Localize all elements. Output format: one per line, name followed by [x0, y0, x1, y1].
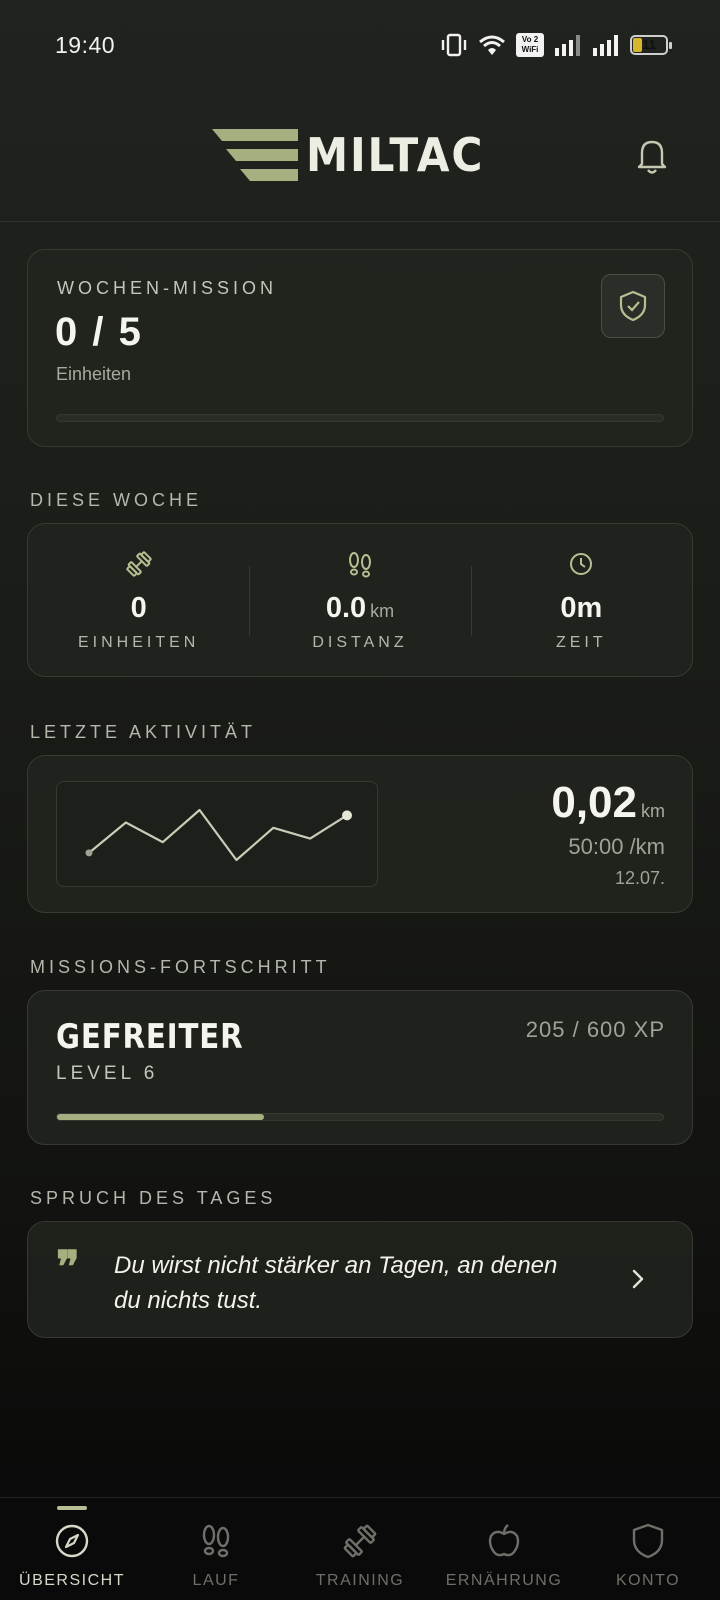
- signal-icon-1: [555, 35, 580, 56]
- nav-label-overview: ÜBERSICHT: [19, 1572, 125, 1589]
- status-time: 19:40: [55, 32, 116, 58]
- nav-label-training: TRAINING: [315, 1572, 405, 1589]
- activity-pace: 50:00 /km: [568, 834, 665, 859]
- chevron-right-icon[interactable]: [626, 1262, 650, 1296]
- rank-xp: 205 / 600 XP: [525, 1017, 665, 1042]
- nav-item-training[interactable]: TRAINING: [288, 1498, 432, 1600]
- stat-units-label: EINHEITEN: [77, 634, 200, 651]
- vowifi-bottom-label: WiFi: [521, 45, 539, 54]
- footprints-icon: [202, 1524, 230, 1558]
- stat-distance: 0.0 km DISTANZ: [249, 524, 470, 676]
- battery-icon: 11: [630, 35, 672, 55]
- mission-title: WOCHEN-MISSION: [57, 278, 277, 298]
- nav-active-indicator: [57, 1506, 87, 1510]
- signal-icon-2: [593, 35, 618, 56]
- dumbbell-icon: [126, 551, 152, 577]
- shield-icon: [632, 1523, 664, 1559]
- shield-check-icon: [619, 290, 647, 322]
- section-label-this-week: DIESE WOCHE: [30, 490, 203, 510]
- quote-text: Du wirst nicht stärker an Tagen, an dene…: [114, 1252, 558, 1314]
- nav-label-nutrition: ERNÄHRUNG: [445, 1572, 563, 1589]
- compass-icon: [55, 1524, 89, 1558]
- dumbbell-icon: [343, 1524, 377, 1558]
- nav-item-run[interactable]: LAUF: [144, 1498, 288, 1600]
- route-start-point: [85, 849, 93, 857]
- stat-time-number: 0m: [560, 592, 603, 624]
- stat-time: 0m ZEIT: [470, 524, 692, 676]
- app-name: MILTAC: [306, 128, 485, 182]
- stat-time-value: 0m: [471, 592, 692, 625]
- last-activity-card[interactable]: 0,02 km 50:00 /km 12.07.: [27, 755, 693, 913]
- nav-item-nutrition[interactable]: ERNÄHRUNG: [432, 1498, 576, 1600]
- activity-distance-value: 0,02: [551, 778, 637, 827]
- route-line-chart: [85, 808, 352, 862]
- app-header: MILTAC: [0, 92, 720, 222]
- wifi-icon: [479, 35, 505, 55]
- activity-distance: 0,02 km: [551, 778, 665, 828]
- stat-distance-unit: km: [370, 601, 395, 621]
- mission-count: 0 / 5: [55, 310, 143, 354]
- activity-route-chart: [56, 781, 378, 887]
- section-label-mission-progress: MISSIONS-FORTSCHRITT: [30, 957, 331, 977]
- footprints-icon: [348, 552, 371, 578]
- xp-progress-bar: [56, 1113, 664, 1121]
- this-week-card: 0 EINHEITEN 0.0 km DISTANZ 0m ZEIT: [27, 523, 693, 677]
- vowifi-top-label: Vo 2: [521, 35, 539, 44]
- status-icons: Vo 2 WiFi 11: [440, 32, 672, 58]
- bottom-nav: ÜBERSICHT LAUF TRAINING ERNÄHRUNG KONTO: [0, 1497, 720, 1600]
- apple-icon: [488, 1524, 520, 1557]
- vibrate-icon: [441, 33, 467, 57]
- nav-label-run: LAUF: [192, 1572, 240, 1589]
- stat-units: 0 EINHEITEN: [28, 524, 249, 676]
- section-label-quote: SPRUCH DES TAGES: [30, 1188, 277, 1208]
- mission-badge: [601, 274, 665, 338]
- mission-progress-bar: [56, 414, 664, 422]
- bell-icon[interactable]: [634, 136, 670, 176]
- section-label-last-activity: LETZTE AKTIVITÄT: [30, 722, 257, 742]
- status-bar: 19:40 Vo 2 WiFi 11: [0, 0, 720, 92]
- stat-distance-value: 0.0 km: [249, 592, 470, 625]
- mission-unit: Einheiten: [56, 364, 132, 384]
- clock-icon: [570, 553, 593, 575]
- quote-icon: ❞: [56, 1242, 80, 1293]
- rank-card[interactable]: GEFREITER LEVEL 6 205 / 600 XP: [27, 990, 693, 1145]
- quote-card[interactable]: ❞ Du wirst nicht stärker an Tagen, an de…: [27, 1221, 693, 1338]
- xp-progress-fill: [57, 1114, 265, 1120]
- nav-label-account: KONTO: [615, 1572, 681, 1589]
- rank-level: LEVEL 6: [56, 1063, 159, 1084]
- stat-time-label: ZEIT: [555, 634, 607, 651]
- app-logo: MILTAC: [212, 128, 500, 182]
- logo-stripes-icon: [212, 129, 298, 181]
- stat-distance-label: DISTANZ: [312, 634, 408, 651]
- activity-distance-unit: km: [641, 801, 665, 821]
- vowifi-icon: Vo 2 WiFi: [516, 33, 544, 57]
- route-end-point: [342, 810, 352, 821]
- stat-units-number: 0: [130, 592, 147, 624]
- activity-date: 12.07.: [614, 868, 665, 888]
- battery-level: 11: [642, 37, 656, 52]
- nav-item-account[interactable]: KONTO: [576, 1498, 720, 1600]
- rank-name: GEFREITER: [56, 1017, 244, 1057]
- route-line: [88, 808, 348, 862]
- stat-units-value: 0: [28, 592, 249, 625]
- nav-item-overview[interactable]: ÜBERSICHT: [0, 1498, 144, 1600]
- weekly-mission-card[interactable]: WOCHEN-MISSION 0 / 5 Einheiten: [27, 249, 693, 447]
- stat-distance-number: 0.0: [325, 592, 367, 624]
